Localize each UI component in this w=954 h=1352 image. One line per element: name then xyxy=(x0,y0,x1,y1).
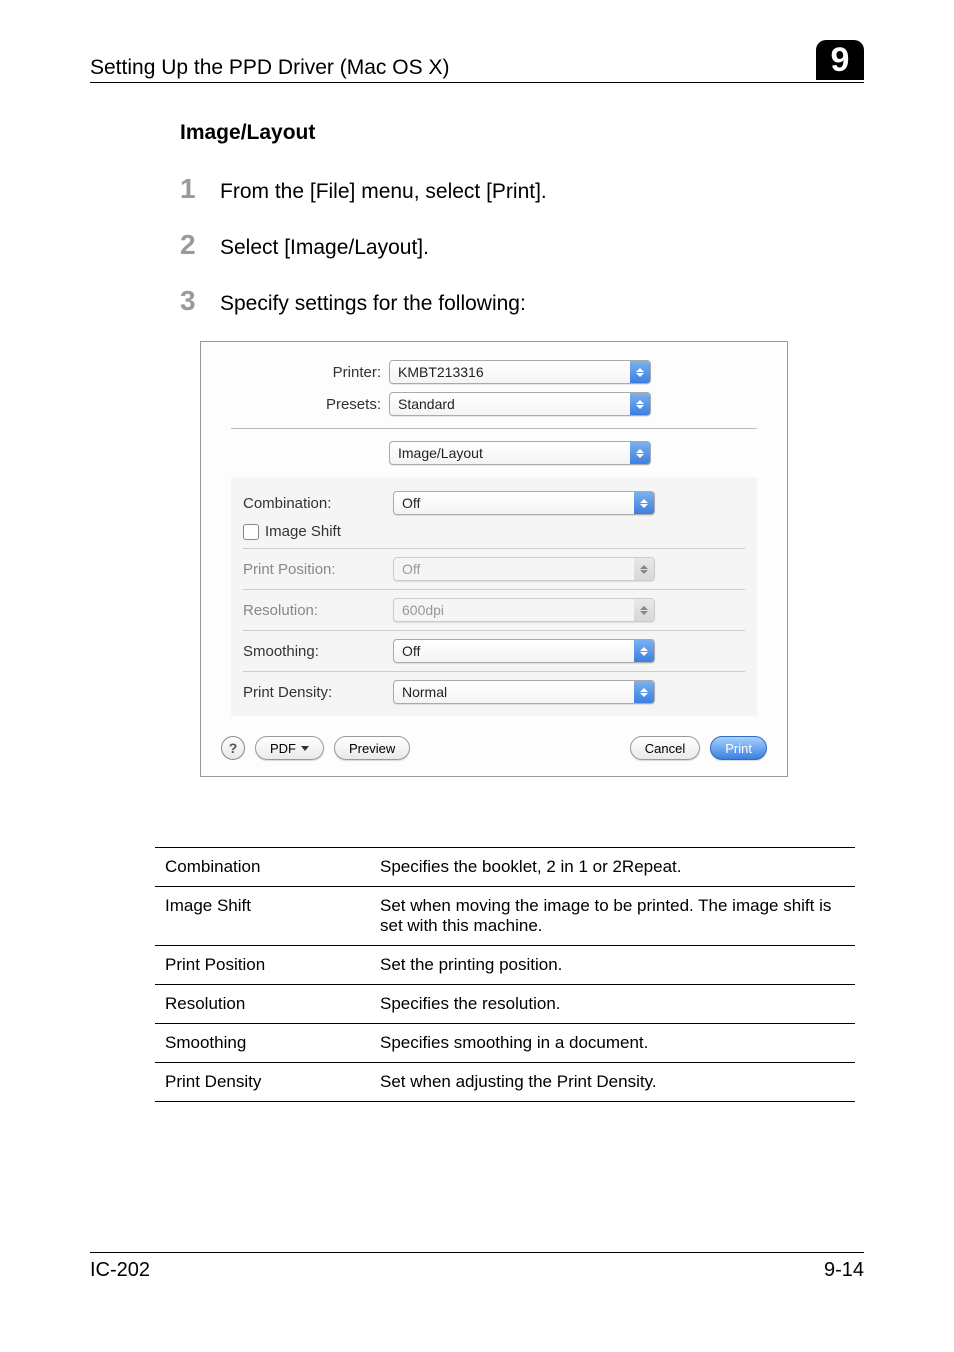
presets-label: Presets: xyxy=(231,396,389,413)
header-title: Setting Up the PPD Driver (Mac OS X) xyxy=(90,56,449,80)
step-number: 2 xyxy=(180,229,220,261)
resolution-select: 600dpi xyxy=(393,598,655,622)
pdf-label: PDF xyxy=(270,741,296,756)
param-name: Combination xyxy=(155,848,370,887)
preview-label: Preview xyxy=(349,741,395,756)
param-desc: Set the printing position. xyxy=(370,946,855,985)
image-layout-group: Combination: Off Image Shift Print Posit… xyxy=(231,477,757,716)
combination-label: Combination: xyxy=(243,495,393,512)
preview-button[interactable]: Preview xyxy=(334,736,410,760)
step-text: Select [Image/Layout]. xyxy=(220,236,429,260)
param-desc: Set when moving the image to be printed.… xyxy=(370,887,855,946)
print-density-label: Print Density: xyxy=(243,684,393,701)
table-row: Image Shift Set when moving the image to… xyxy=(155,887,855,946)
image-shift-checkbox[interactable] xyxy=(243,524,259,540)
print-position-value: Off xyxy=(394,561,634,577)
combination-value: Off xyxy=(394,495,634,511)
resolution-label: Resolution: xyxy=(243,602,393,619)
smoothing-label: Smoothing: xyxy=(243,643,393,660)
param-desc: Specifies the resolution. xyxy=(370,985,855,1024)
table-row: Combination Specifies the booklet, 2 in … xyxy=(155,848,855,887)
print-position-label: Print Position: xyxy=(243,561,393,578)
panel-select[interactable]: Image/Layout xyxy=(389,441,651,465)
printer-value: KMBT213316 xyxy=(390,364,630,380)
step-text: Specify settings for the following: xyxy=(220,292,526,316)
dropdown-arrows-icon xyxy=(630,393,650,415)
section-title: Image/Layout xyxy=(180,121,864,145)
printer-select[interactable]: KMBT213316 xyxy=(389,360,651,384)
footer-right: 9-14 xyxy=(824,1259,864,1282)
presets-select[interactable]: Standard xyxy=(389,392,651,416)
table-row: Smoothing Specifies smoothing in a docum… xyxy=(155,1024,855,1063)
table-row: Print Density Set when adjusting the Pri… xyxy=(155,1063,855,1102)
resolution-value: 600dpi xyxy=(394,602,634,618)
step-2: 2 Select [Image/Layout]. xyxy=(180,229,864,261)
help-button[interactable]: ? xyxy=(221,736,245,760)
print-dialog: Printer: KMBT213316 Presets: Standard Im… xyxy=(200,341,788,777)
page-header: Setting Up the PPD Driver (Mac OS X) 9 xyxy=(90,40,864,83)
chapter-badge: 9 xyxy=(816,40,864,80)
param-desc: Specifies smoothing in a document. xyxy=(370,1024,855,1063)
combination-select[interactable]: Off xyxy=(393,491,655,515)
dropdown-arrows-icon xyxy=(630,361,650,383)
table-row: Resolution Specifies the resolution. xyxy=(155,985,855,1024)
parameters-table: Combination Specifies the booklet, 2 in … xyxy=(155,847,855,1102)
printer-label: Printer: xyxy=(231,364,389,381)
dropdown-arrows-icon xyxy=(634,681,654,703)
dropdown-arrows-icon xyxy=(634,599,654,621)
step-text: From the [File] menu, select [Print]. xyxy=(220,180,547,204)
table-row: Print Position Set the printing position… xyxy=(155,946,855,985)
image-shift-label: Image Shift xyxy=(265,523,341,540)
smoothing-select[interactable]: Off xyxy=(393,639,655,663)
cancel-label: Cancel xyxy=(645,741,685,756)
smoothing-value: Off xyxy=(394,643,634,659)
step-1: 1 From the [File] menu, select [Print]. xyxy=(180,173,864,205)
dialog-footer: ? PDF Preview Cancel Print xyxy=(201,720,787,760)
presets-value: Standard xyxy=(390,396,630,412)
page-footer: IC-202 9-14 xyxy=(90,1252,864,1282)
footer-left: IC-202 xyxy=(90,1259,150,1282)
print-density-select[interactable]: Normal xyxy=(393,680,655,704)
print-button[interactable]: Print xyxy=(710,736,767,760)
dropdown-arrows-icon xyxy=(630,442,650,464)
dropdown-arrows-icon xyxy=(634,640,654,662)
param-desc: Set when adjusting the Print Density. xyxy=(370,1063,855,1102)
param-desc: Specifies the booklet, 2 in 1 or 2Repeat… xyxy=(370,848,855,887)
param-name: Print Density xyxy=(155,1063,370,1102)
panel-value: Image/Layout xyxy=(390,445,630,461)
dropdown-arrows-icon xyxy=(634,558,654,580)
param-name: Smoothing xyxy=(155,1024,370,1063)
dropdown-arrows-icon xyxy=(634,492,654,514)
step-number: 3 xyxy=(180,285,220,317)
print-label: Print xyxy=(725,741,752,756)
step-3: 3 Specify settings for the following: xyxy=(180,285,864,317)
step-number: 1 xyxy=(180,173,220,205)
param-name: Print Position xyxy=(155,946,370,985)
param-name: Image Shift xyxy=(155,887,370,946)
cancel-button[interactable]: Cancel xyxy=(630,736,700,760)
print-position-select: Off xyxy=(393,557,655,581)
pdf-button[interactable]: PDF xyxy=(255,736,324,760)
print-density-value: Normal xyxy=(394,684,634,700)
param-name: Resolution xyxy=(155,985,370,1024)
